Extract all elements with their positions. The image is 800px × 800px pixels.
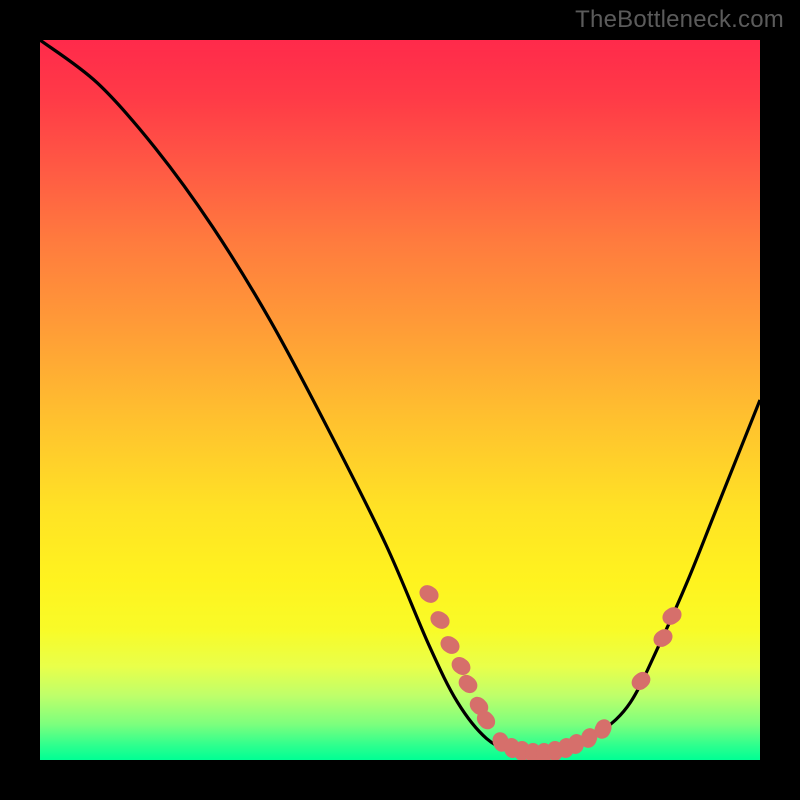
watermark-text: TheBottleneck.com xyxy=(575,6,784,34)
data-marker xyxy=(628,668,654,693)
data-marker xyxy=(438,633,464,658)
data-marker xyxy=(456,672,482,697)
data-marker xyxy=(416,582,441,606)
data-markers xyxy=(40,40,760,760)
data-marker xyxy=(427,608,452,632)
data-marker xyxy=(650,625,676,650)
data-marker xyxy=(659,604,684,628)
plot-area xyxy=(40,40,760,760)
chart-container: TheBottleneck.com xyxy=(0,0,800,800)
